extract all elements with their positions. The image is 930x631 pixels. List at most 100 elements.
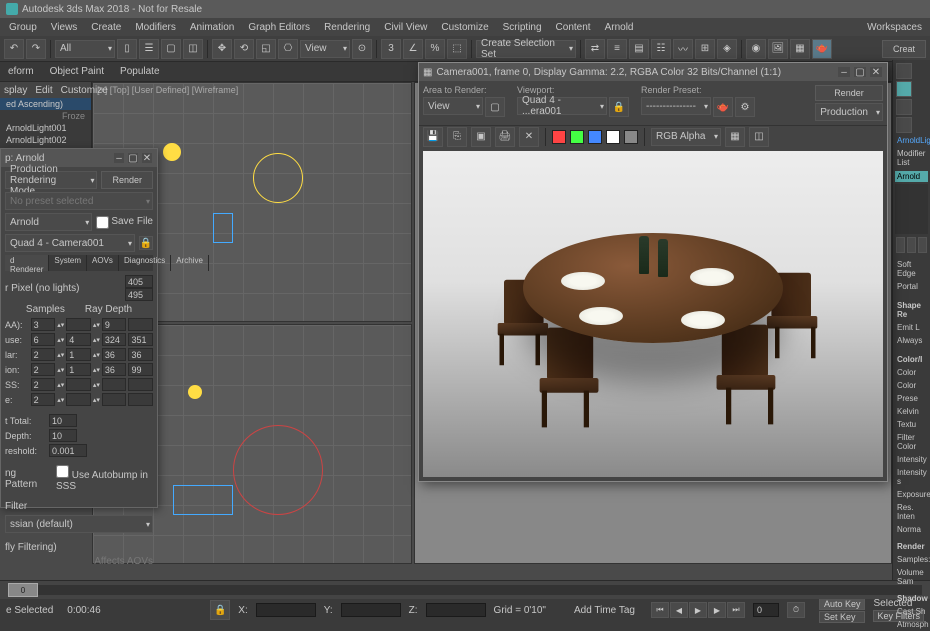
rollout-shadow[interactable]: Shadow: [895, 592, 928, 605]
spinner-input[interactable]: [66, 378, 91, 391]
spinner-input[interactable]: 2: [31, 378, 56, 391]
clear-icon[interactable]: ✕: [519, 127, 539, 147]
menu-views[interactable]: Views: [44, 20, 85, 35]
mono-channel[interactable]: [624, 130, 638, 144]
create-button[interactable]: Creat: [882, 40, 926, 58]
tab-aovs[interactable]: AOVs: [87, 255, 119, 271]
y-input[interactable]: [341, 603, 401, 617]
render-button-panel[interactable]: Render: [101, 171, 153, 189]
render-button[interactable]: 🫖: [812, 39, 832, 59]
spinner-input[interactable]: [66, 393, 91, 406]
menu-modifiers[interactable]: Modifiers: [128, 20, 183, 35]
kelvin-radio[interactable]: Kelvin: [895, 405, 928, 418]
autobump-checkbox[interactable]: Use Autobump in SSS: [56, 465, 153, 492]
preset-dropdown-rw[interactable]: ---------------: [641, 97, 711, 115]
close-icon[interactable]: ✕: [869, 66, 883, 78]
rollout-portal[interactable]: Portal: [895, 280, 928, 293]
menu-animation[interactable]: Animation: [183, 20, 241, 35]
tab-archive[interactable]: Archive: [171, 255, 209, 271]
curve-editor-button[interactable]: 〰: [673, 39, 693, 59]
render-window-titlebar[interactable]: ▦ Camera001, frame 0, Display Gamma: 2.2…: [419, 63, 887, 81]
render-frame-button[interactable]: ▦: [790, 39, 810, 59]
table-wireframe[interactable]: [173, 485, 233, 515]
channel-dropdown[interactable]: RGB Alpha: [651, 128, 721, 146]
menu-content[interactable]: Content: [549, 20, 598, 35]
spinner-input[interactable]: 2: [31, 348, 56, 361]
spinner-input[interactable]: 1: [66, 348, 91, 361]
menu-create[interactable]: Create: [84, 20, 128, 35]
ribbon-freeform[interactable]: eform: [4, 64, 38, 79]
overlay-icon[interactable]: ▦: [725, 127, 745, 147]
save-file-checkbox[interactable]: Save File: [96, 216, 153, 229]
ribbon-object-paint[interactable]: Object Paint: [46, 64, 108, 79]
explorer-button[interactable]: ☷: [651, 39, 671, 59]
region-icon[interactable]: ▢: [485, 97, 505, 117]
align-button[interactable]: ≡: [607, 39, 627, 59]
texture-radio[interactable]: Textu: [895, 418, 928, 431]
move-button[interactable]: ✥: [212, 39, 232, 59]
play-button[interactable]: ▶: [689, 602, 707, 618]
select-region-button[interactable]: ▢: [161, 39, 181, 59]
ribbon-populate[interactable]: Populate: [116, 64, 163, 79]
place-button[interactable]: ⎔: [278, 39, 298, 59]
create-tab-icon[interactable]: [896, 63, 912, 79]
menu-scripting[interactable]: Scripting: [496, 20, 549, 35]
outliner-tab-customize[interactable]: Customize: [61, 85, 108, 96]
spinner-input[interactable]: 6: [31, 333, 56, 346]
goto-end-button[interactable]: ⏭: [727, 602, 745, 618]
save-image-icon[interactable]: 💾: [423, 127, 443, 147]
timeline[interactable]: 0: [0, 581, 930, 599]
modifier-stack[interactable]: [895, 184, 928, 234]
timeline-slider[interactable]: 0: [8, 583, 38, 597]
alpha-channel[interactable]: [606, 130, 620, 144]
maximize-icon[interactable]: ▢: [127, 152, 139, 164]
pin-icon[interactable]: [896, 237, 905, 253]
timeline-track[interactable]: 0: [8, 585, 922, 595]
auto-key-button[interactable]: Auto Key: [819, 598, 866, 610]
menu-group[interactable]: Group: [2, 20, 44, 35]
scale-button[interactable]: ◱: [256, 39, 276, 59]
menu-arnold[interactable]: Arnold: [598, 20, 641, 35]
green-channel[interactable]: [570, 130, 584, 144]
view-to-render-dropdown[interactable]: Quad 4 - Camera001: [5, 234, 135, 252]
spinner-input[interactable]: 3: [31, 318, 56, 331]
light-gizmo-3[interactable]: [233, 425, 323, 515]
add-time-tag[interactable]: Add Time Tag: [574, 605, 635, 616]
rollout-emit[interactable]: Emit L: [895, 321, 928, 334]
hierarchy-tab-icon[interactable]: [896, 99, 912, 115]
select-name-button[interactable]: ☰: [139, 39, 159, 59]
menu-civil-view[interactable]: Civil View: [377, 20, 434, 35]
list-item[interactable]: ArnoldLight002: [0, 134, 91, 146]
threshold-spinner[interactable]: 0.001: [49, 444, 87, 457]
redo-button[interactable]: ↷: [26, 39, 46, 59]
clone-icon[interactable]: ▣: [471, 127, 491, 147]
area-dropdown[interactable]: View: [423, 97, 483, 115]
render-window-render-button[interactable]: Render: [815, 85, 883, 101]
material-editor-button[interactable]: ◉: [746, 39, 766, 59]
outliner-tab-display[interactable]: splay: [4, 85, 27, 96]
copy-icon[interactable]: ⎘: [447, 127, 467, 147]
tab-renderer[interactable]: d Renderer: [5, 255, 49, 271]
camera-gizmo[interactable]: [213, 213, 233, 243]
menu-graph-editors[interactable]: Graph Editors: [241, 20, 317, 35]
production-dropdown[interactable]: Production: [815, 103, 883, 121]
outliner-tab-edit[interactable]: Edit: [35, 85, 52, 96]
x-input[interactable]: [256, 603, 316, 617]
spinner-snap-button[interactable]: ⬚: [447, 39, 467, 59]
viewport-label-top[interactable]: [+] [Top] [User Defined] [Wireframe]: [97, 85, 238, 95]
outliner-frozen[interactable]: Froze: [0, 110, 91, 122]
color-radio[interactable]: Color: [895, 379, 928, 392]
spinner-input[interactable]: 1: [66, 363, 91, 376]
rotate-button[interactable]: ⟲: [234, 39, 254, 59]
print-icon[interactable]: 🖨: [495, 127, 515, 147]
dope-sheet-button[interactable]: ⊞: [695, 39, 715, 59]
toggle-ui-icon[interactable]: ◫: [749, 127, 769, 147]
cast-shadow-check[interactable]: Cast Sh: [895, 605, 928, 618]
minimize-icon[interactable]: –: [837, 66, 851, 78]
rollout-shape[interactable]: Shape Re: [895, 299, 928, 321]
undo-button[interactable]: ↶: [4, 39, 24, 59]
config-icon[interactable]: [918, 237, 927, 253]
menu-customize[interactable]: Customize: [434, 20, 495, 35]
normalize-check[interactable]: Norma: [895, 523, 928, 536]
rollout-render[interactable]: Render: [895, 540, 928, 553]
